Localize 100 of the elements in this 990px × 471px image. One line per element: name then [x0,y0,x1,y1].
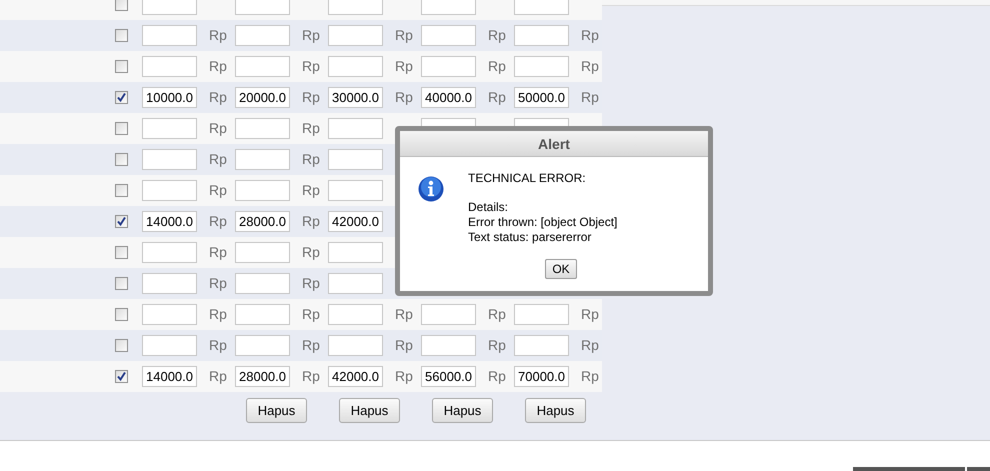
amount-field[interactable] [421,56,476,77]
amount-field[interactable]: 70000.0 [514,366,569,387]
amount-field[interactable] [235,149,290,170]
amount-field[interactable] [514,0,569,15]
currency-label: Rp [395,57,413,76]
currency-label: Rp [581,88,599,107]
info-icon [418,176,444,202]
checkbox[interactable] [115,370,128,383]
checkbox[interactable] [115,215,128,228]
amount-field[interactable] [328,0,383,15]
amount-field[interactable] [142,56,197,77]
currency-label: Rp [302,150,320,169]
checkbox[interactable] [115,29,128,42]
amount-field[interactable] [421,304,476,325]
amount-field[interactable] [328,149,383,170]
amount-field[interactable]: 50000.0 [514,87,569,108]
currency-label: Rp [209,212,227,231]
amount-field[interactable] [328,304,383,325]
currency-label: Rp [209,336,227,355]
amount-field[interactable] [328,56,383,77]
amount-field[interactable] [142,242,197,263]
amount-field[interactable] [235,180,290,201]
checkbox[interactable] [115,91,128,104]
checkbox[interactable] [115,122,128,135]
checkbox[interactable] [115,308,128,321]
amount-field[interactable] [235,304,290,325]
amount-field[interactable] [328,242,383,263]
amount-field[interactable]: 40000.0 [421,87,476,108]
currency-label: Rp [395,26,413,45]
amount-field[interactable] [235,335,290,356]
currency-label: Rp [488,57,506,76]
amount-field[interactable] [235,0,290,15]
amount-field[interactable] [235,242,290,263]
currency-label: Rp [581,26,599,45]
amount-field[interactable] [514,56,569,77]
message-line: Error thrown: [object Object] [468,215,618,230]
amount-field[interactable]: 42000.0 [328,211,383,232]
currency-label: Rp [395,336,413,355]
delete-button[interactable]: Hapus [432,398,493,423]
currency-label: Rp [302,57,320,76]
currency-label: Rp [209,150,227,169]
amount-field[interactable] [142,304,197,325]
checkbox[interactable] [115,153,128,166]
amount-field[interactable] [514,335,569,356]
amount-field[interactable]: 14000.0 [142,211,197,232]
amount-field[interactable] [421,25,476,46]
amount-field[interactable] [328,118,383,139]
amount-field[interactable] [142,25,197,46]
amount-field[interactable]: 10000.0 [142,87,197,108]
amount-field[interactable] [142,149,197,170]
currency-label: Rp [302,243,320,262]
delete-button[interactable]: Hapus [525,398,586,423]
amount-field[interactable] [235,273,290,294]
checkbox[interactable] [115,339,128,352]
currency-label: Rp [581,367,599,386]
amount-field[interactable]: 20000.0 [235,87,290,108]
amount-field[interactable] [235,56,290,77]
currency-label: Rp [209,181,227,200]
currency-label: Rp [302,119,320,138]
amount-field[interactable]: 14000.0 [142,366,197,387]
amount-field[interactable] [235,118,290,139]
amount-field[interactable] [328,180,383,201]
dialog-title: Alert [400,131,708,157]
amount-field[interactable] [421,0,476,15]
amount-field[interactable] [235,25,290,46]
currency-label: Rp [302,305,320,324]
amount-field[interactable] [328,273,383,294]
currency-label: Rp [302,212,320,231]
amount-field[interactable]: 42000.0 [328,366,383,387]
amount-field[interactable] [142,0,197,15]
currency-label: Rp [209,243,227,262]
amount-field[interactable] [142,180,197,201]
amount-field[interactable] [142,273,197,294]
amount-field[interactable] [514,304,569,325]
message-line: TECHNICAL ERROR: [468,171,587,186]
currency-label: Rp [209,57,227,76]
amount-field[interactable]: 28000.0 [235,366,290,387]
amount-field[interactable] [514,25,569,46]
amount-field[interactable] [328,335,383,356]
amount-field[interactable]: 56000.0 [421,366,476,387]
currency-label: Rp [209,305,227,324]
checkbox[interactable] [115,246,128,259]
amount-field[interactable]: 28000.0 [235,211,290,232]
checkbox[interactable] [115,184,128,197]
message-line: Details: [468,200,510,215]
ok-button[interactable]: OK [545,259,577,279]
currency-label: Rp [209,274,227,293]
amount-field[interactable] [142,118,197,139]
checkbox[interactable] [115,0,128,11]
amount-field[interactable] [142,335,197,356]
delete-button[interactable]: Hapus [339,398,400,423]
amount-field[interactable] [328,25,383,46]
checkbox[interactable] [115,277,128,290]
checkbox[interactable] [115,60,128,73]
currency-label: Rp [395,88,413,107]
currency-label: Rp [302,274,320,293]
currency-label: Rp [488,305,506,324]
delete-button[interactable]: Hapus [246,398,307,423]
amount-field[interactable] [421,335,476,356]
amount-field[interactable]: 30000.0 [328,87,383,108]
